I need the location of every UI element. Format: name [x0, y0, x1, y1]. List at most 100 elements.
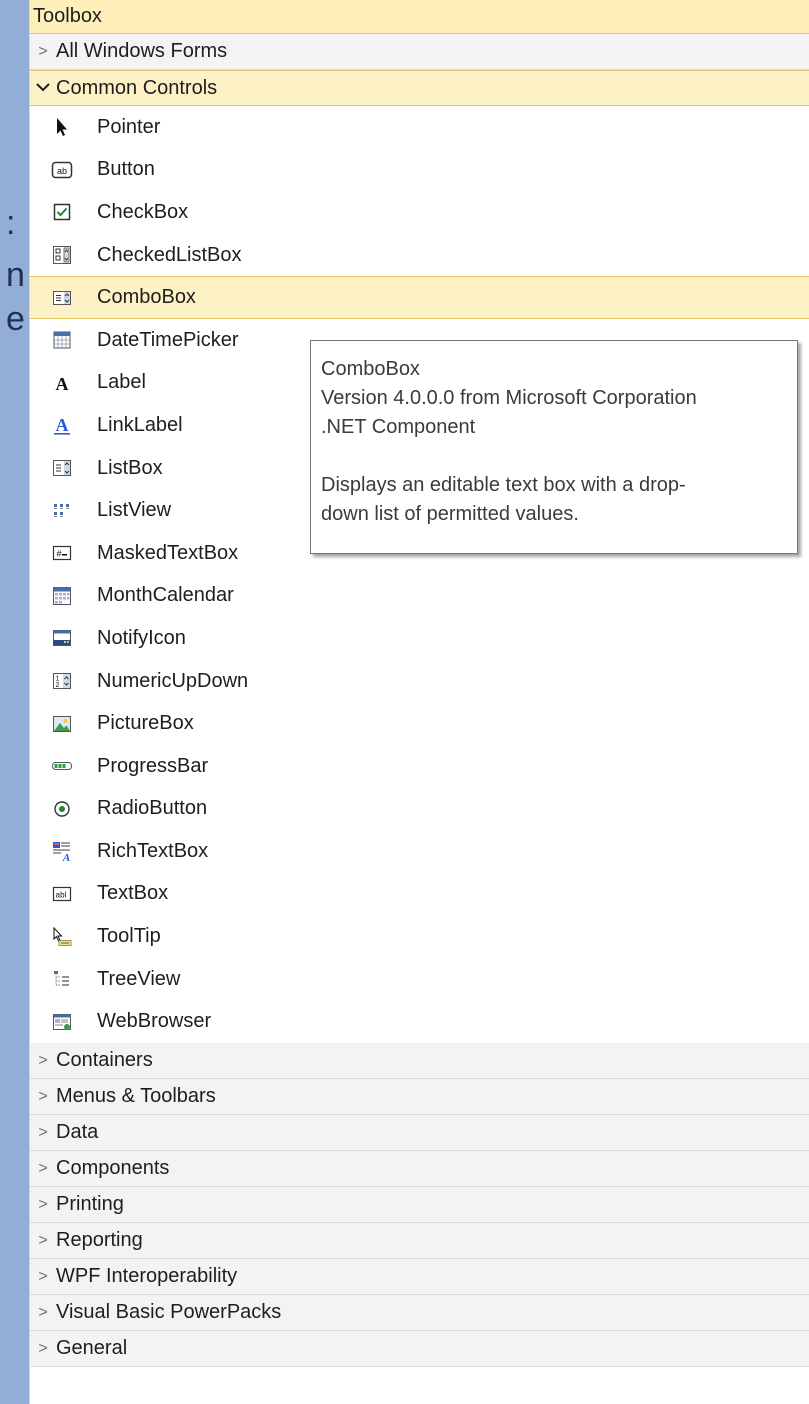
item-label: WebBrowser — [97, 1010, 212, 1033]
tab-data[interactable]: > Data — [30, 1115, 809, 1152]
item-label: TextBox — [97, 882, 169, 905]
toolbox-item-notifyicon[interactable]: NotifyIcon — [30, 617, 809, 660]
tab-label: Components — [56, 1157, 170, 1180]
chevron-right-icon: > — [38, 1051, 48, 1069]
toolbox-item-treeview[interactable]: TreeView — [30, 958, 809, 1001]
item-label: ListView — [97, 499, 172, 522]
toolbox-item-webbrowser[interactable]: WebBrowser — [30, 1000, 809, 1043]
tooltip-description: Displays an editable text box with a dro… — [321, 474, 686, 496]
tooltip-icon — [51, 926, 73, 948]
chevron-right-icon: > — [38, 1231, 48, 1249]
toolbox-title: Toolbox — [33, 5, 102, 27]
pointer-icon — [51, 116, 73, 138]
background-glyph: : — [6, 204, 16, 242]
svg-text:abl: abl — [56, 890, 67, 899]
item-label: ProgressBar — [97, 754, 209, 777]
tab-common-controls[interactable]: Common Controls — [30, 70, 809, 106]
item-label: ListBox — [97, 456, 163, 479]
tab-all-windows-forms[interactable]: > All Windows Forms — [30, 34, 809, 70]
picturebox-icon — [51, 713, 73, 735]
tab-menus-toolbars[interactable]: > Menus & Toolbars — [30, 1079, 809, 1116]
tab-reporting[interactable]: > Reporting — [30, 1223, 809, 1260]
tab-label: General — [56, 1337, 128, 1360]
item-label: NumericUpDown — [97, 669, 249, 692]
toolbox-item-monthcalendar[interactable]: MonthCalendar — [30, 575, 809, 618]
collapsed-tabs: > Containers > Menus & Toolbars > Data >… — [30, 1043, 809, 1368]
tab-components[interactable]: > Components — [30, 1151, 809, 1188]
common-controls-list: Pointer ab Button CheckBox CheckedListBo… — [30, 106, 809, 1043]
toolbox-item-numericupdown[interactable]: 12 NumericUpDown — [30, 660, 809, 703]
tab-label: Containers — [56, 1049, 153, 1072]
maskedtextbox-icon: # — [51, 542, 73, 564]
svg-text:A: A — [56, 415, 69, 435]
tab-general[interactable]: > General — [30, 1331, 809, 1368]
webbrowser-icon — [51, 1011, 73, 1033]
tab-visual-basic-powerpacks[interactable]: > Visual Basic PowerPacks — [30, 1295, 809, 1332]
toolbox-item-button[interactable]: ab Button — [30, 149, 809, 192]
toolbox-item-textbox[interactable]: abl TextBox — [30, 873, 809, 916]
chevron-right-icon: > — [38, 42, 48, 60]
tab-label: Common Controls — [56, 76, 218, 99]
svg-text:ab: ab — [57, 166, 67, 176]
chevron-right-icon: > — [38, 1159, 48, 1177]
radiobutton-icon — [51, 798, 73, 820]
listview-icon — [51, 500, 73, 522]
treeview-icon — [51, 968, 73, 990]
item-label: ToolTip — [97, 925, 161, 948]
toolbox-title-bar[interactable]: Toolbox — [30, 0, 809, 34]
tooltip-description: down list of permitted values. — [321, 503, 579, 525]
datetimepicker-icon — [51, 329, 73, 351]
toolbox-item-checkbox[interactable]: CheckBox — [30, 191, 809, 234]
background-glyph: e — [6, 300, 25, 338]
chevron-right-icon: > — [38, 1303, 48, 1321]
linklabel-icon: A — [51, 414, 73, 436]
tab-printing[interactable]: > Printing — [30, 1187, 809, 1224]
tooltip-title: ComboBox — [321, 358, 420, 380]
toolbox-item-pointer[interactable]: Pointer — [30, 106, 809, 149]
tab-containers[interactable]: > Containers — [30, 1043, 809, 1080]
checkbox-icon — [51, 201, 73, 223]
richtextbox-icon: A — [51, 840, 73, 862]
svg-text:A: A — [56, 374, 69, 394]
progressbar-icon — [51, 755, 73, 777]
item-label: Button — [97, 158, 155, 181]
toolbox-item-picturebox[interactable]: PictureBox — [30, 702, 809, 745]
toolbox-panel: Toolbox > All Windows Forms Common Contr… — [29, 0, 809, 1404]
tooltip-spacer — [321, 442, 787, 471]
toolbox-item-progressbar[interactable]: ProgressBar — [30, 745, 809, 788]
chevron-down-icon — [30, 79, 56, 97]
tab-label: Visual Basic PowerPacks — [56, 1301, 282, 1324]
tooltip-kind: .NET Component — [321, 416, 476, 438]
item-label: DateTimePicker — [97, 328, 239, 351]
item-label: Pointer — [97, 115, 161, 138]
toolbox-item-combobox[interactable]: ComboBox — [30, 276, 809, 319]
checkedlistbox-icon — [51, 244, 73, 266]
tab-label: All Windows Forms — [56, 40, 228, 62]
item-label: PictureBox — [97, 712, 194, 735]
chevron-right-icon: > — [38, 1267, 48, 1285]
item-label: MonthCalendar — [97, 584, 234, 607]
tab-wpf-interoperability[interactable]: > WPF Interoperability — [30, 1259, 809, 1296]
item-label: CheckBox — [97, 200, 189, 223]
tab-label: Reporting — [56, 1229, 143, 1252]
tab-label: WPF Interoperability — [56, 1265, 238, 1288]
combobox-tooltip: ComboBox Version 4.0.0.0 from Microsoft … — [310, 340, 798, 554]
item-label: CheckedListBox — [97, 243, 242, 266]
item-label: TreeView — [97, 967, 181, 990]
item-label: LinkLabel — [97, 413, 183, 436]
svg-text:2: 2 — [56, 682, 60, 689]
tab-label: Menus & Toolbars — [56, 1085, 216, 1108]
toolbox-item-radiobutton[interactable]: RadioButton — [30, 788, 809, 831]
tab-label: Data — [56, 1121, 99, 1144]
combobox-icon — [51, 287, 73, 309]
chevron-right-icon: > — [38, 1087, 48, 1105]
item-label: RadioButton — [97, 797, 208, 820]
toolbox-item-checkedlistbox[interactable]: CheckedListBox — [30, 234, 809, 277]
svg-text:A: A — [62, 852, 70, 862]
toolbox-item-richtextbox[interactable]: A RichTextBox — [30, 830, 809, 873]
button-icon: ab — [51, 159, 73, 181]
item-label: RichTextBox — [97, 839, 209, 862]
chevron-right-icon: > — [38, 1123, 48, 1141]
svg-text:#: # — [56, 549, 61, 559]
toolbox-item-tooltip[interactable]: ToolTip — [30, 915, 809, 958]
